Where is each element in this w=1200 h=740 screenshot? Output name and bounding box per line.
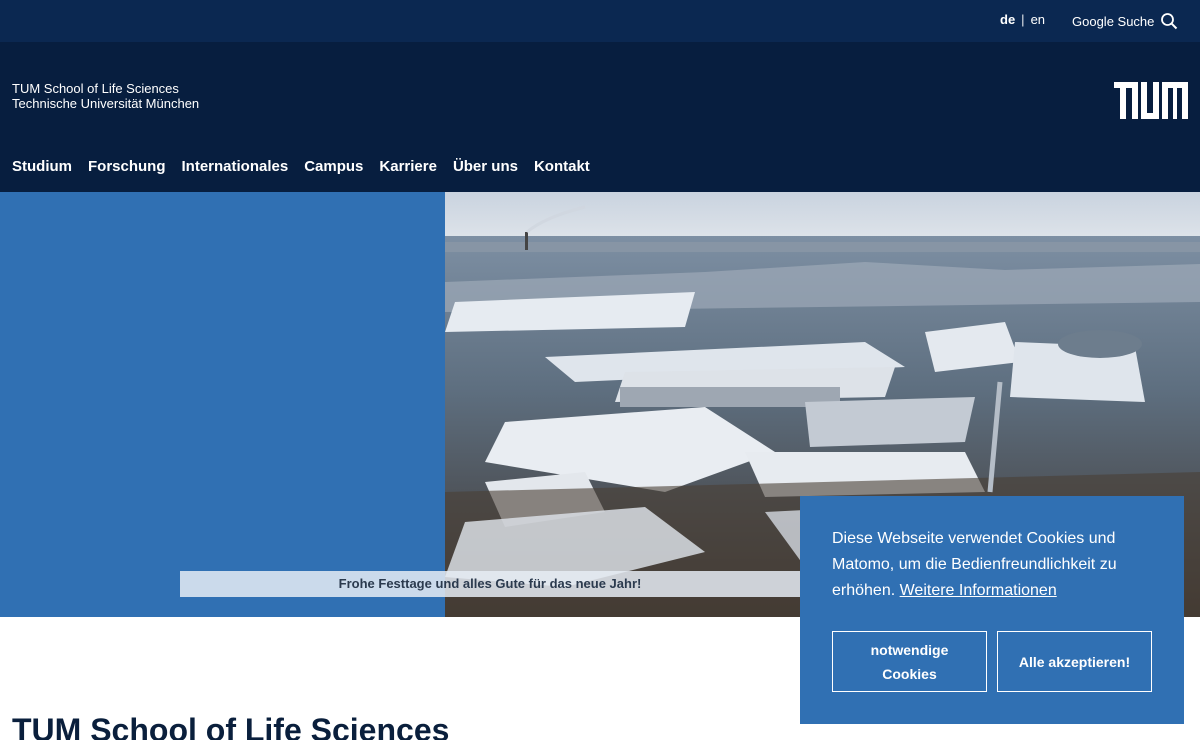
nav-campus[interactable]: Campus [304, 158, 363, 175]
nav-ueber-uns[interactable]: Über uns [453, 158, 518, 175]
necessary-cookies-label-line1: notwendige [870, 641, 949, 658]
nav-internationales[interactable]: Internationales [182, 158, 289, 175]
hero-caption: Frohe Festtage und alles Gute für das ne… [180, 571, 800, 597]
google-search-label: Google Suche [1072, 13, 1155, 29]
cookie-message: Diese Webseite verwendet Cookies und Mat… [832, 526, 1152, 604]
necessary-cookies-label-line2: Cookies [882, 665, 937, 682]
accept-all-cookies-button[interactable]: Alle akzeptieren! [997, 631, 1152, 692]
main-navigation: Studium Forschung Internationales Campus… [12, 158, 590, 175]
site-header: TUM School of Life Sciences Technische U… [0, 42, 1200, 192]
nav-forschung[interactable]: Forschung [88, 158, 166, 175]
language-switcher: de | en [1000, 12, 1045, 27]
lang-separator: | [1021, 12, 1025, 27]
necessary-cookies-button[interactable]: notwendige Cookies [832, 631, 987, 692]
lang-de-link[interactable]: de [1000, 12, 1015, 27]
nav-kontakt[interactable]: Kontakt [534, 158, 590, 175]
top-utility-bar: de | en Google Suche [0, 0, 1200, 42]
cookie-banner: Diese Webseite verwendet Cookies und Mat… [800, 496, 1184, 724]
page-title: TUM School of Life Sciences [12, 712, 450, 740]
university-name: Technische Universität München [12, 96, 200, 111]
hero-blue-panel [0, 192, 445, 617]
cookie-more-info-link[interactable]: Weitere Informationen [900, 582, 1057, 599]
nav-studium[interactable]: Studium [12, 158, 72, 175]
search-icon [1161, 13, 1178, 30]
school-name: TUM School of Life Sciences [12, 81, 179, 96]
tum-logo[interactable] [1114, 82, 1188, 119]
google-search-button[interactable]: Google Suche [1072, 12, 1178, 30]
nav-karriere[interactable]: Karriere [379, 158, 437, 175]
institution-name[interactable]: TUM School of Life Sciences Technische U… [12, 81, 199, 111]
lang-en-link[interactable]: en [1031, 12, 1045, 27]
